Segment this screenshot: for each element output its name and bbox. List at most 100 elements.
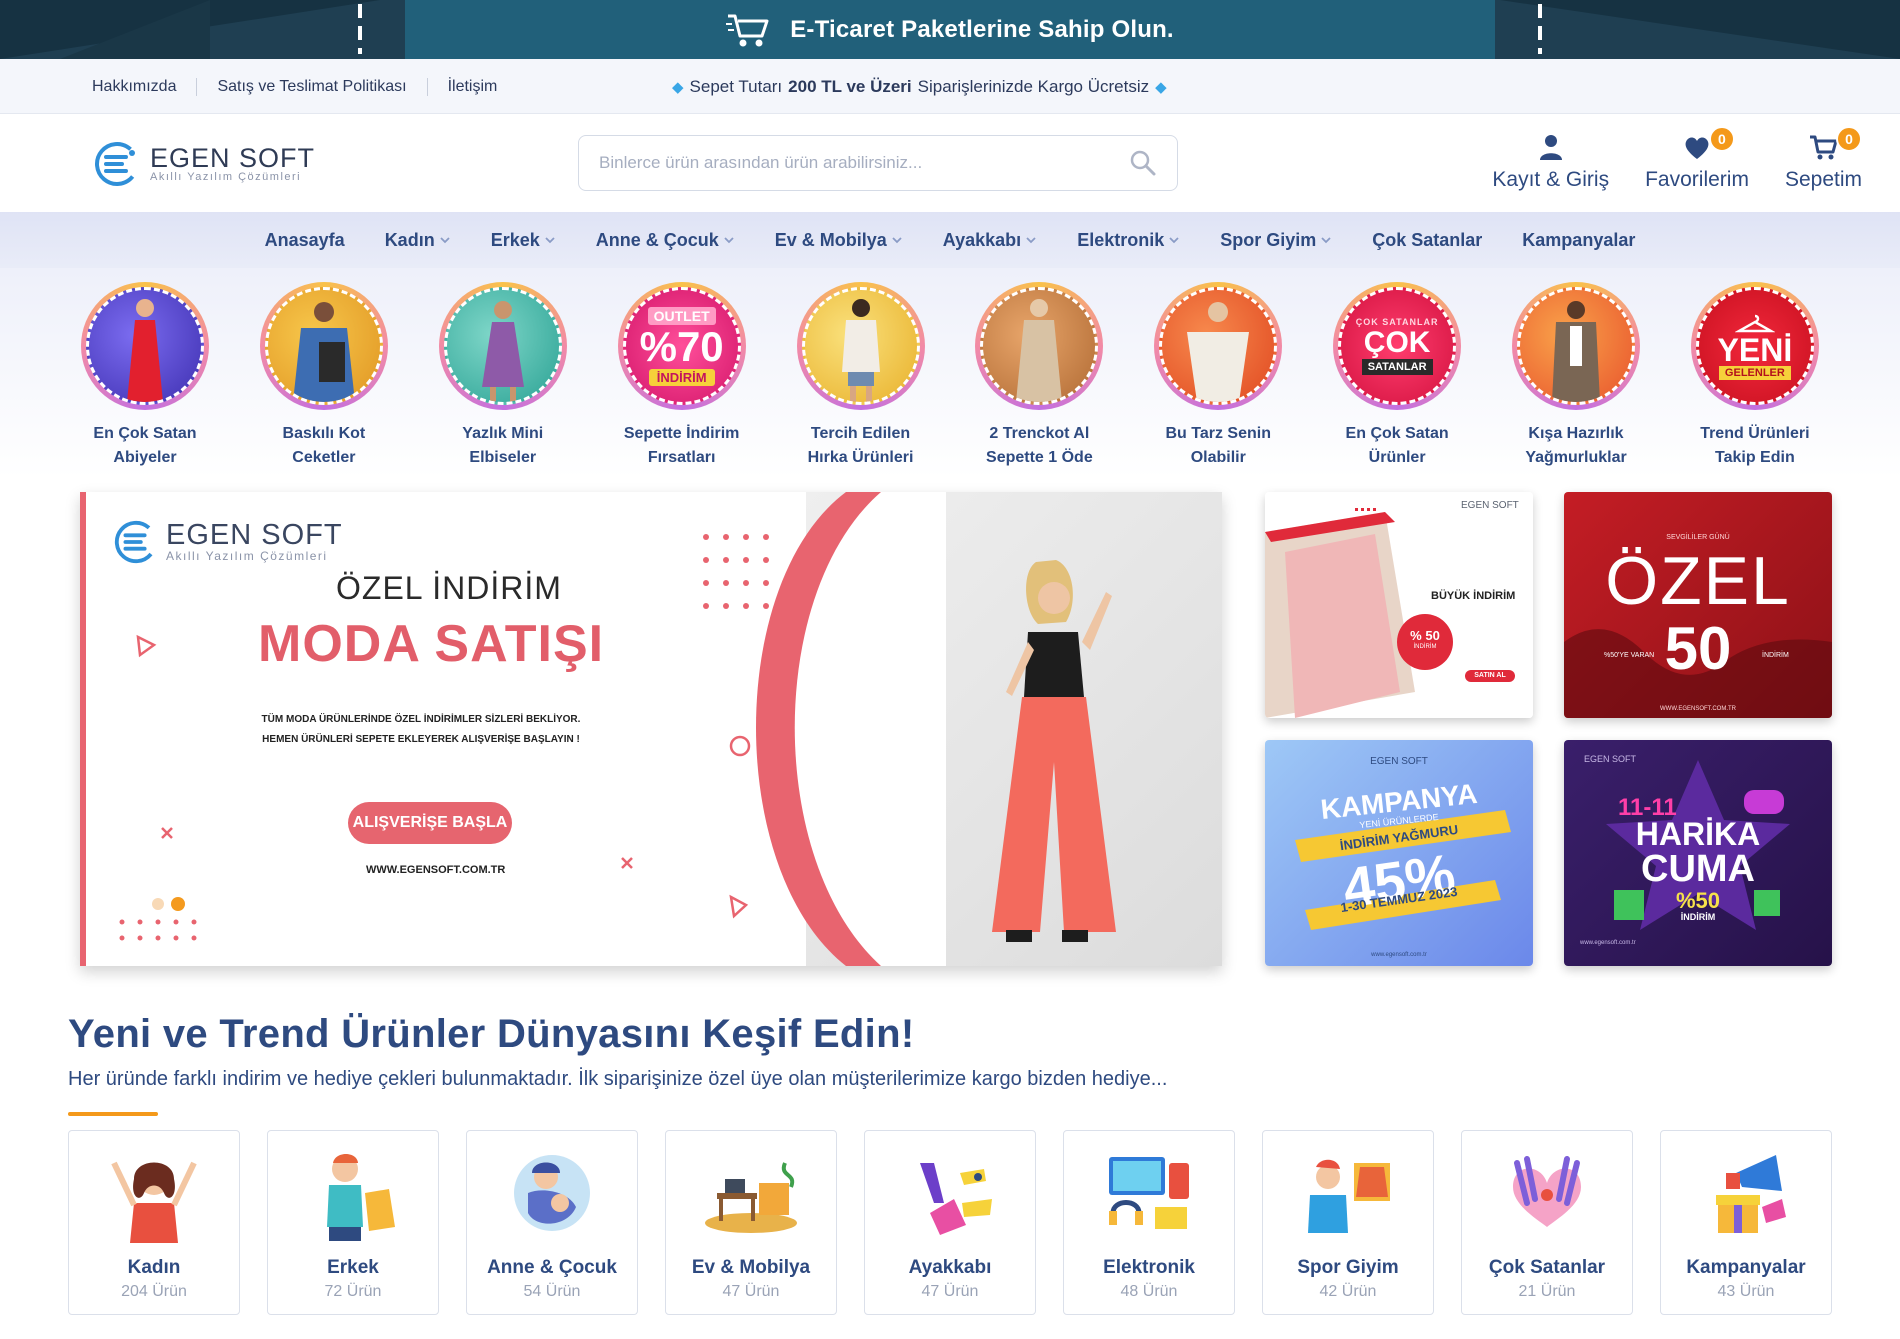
electronics-icon [1109, 1157, 1189, 1229]
story-item[interactable]: Yazlık Mini Elbiseler [428, 282, 578, 470]
woman-trenchcoat-image [1016, 299, 1063, 402]
woman-red-dress-image [127, 299, 163, 402]
promo-center[interactable]: E-Ticaret Paketlerine Sahip Olun. [405, 0, 1495, 59]
search-input[interactable] [599, 153, 1129, 173]
story-item[interactable]: En Çok Satan Abiyeler [70, 282, 220, 470]
heart-icon [1685, 137, 1709, 159]
favorites-button[interactable]: 0 Favorilerim [1645, 126, 1749, 192]
story-item[interactable]: Bu Tarz Senin Olabilir [1143, 282, 1293, 470]
woman-denim-jacket-image [292, 302, 355, 402]
nav-item-electronics[interactable]: Elektronik [1057, 230, 1200, 251]
category-card-men[interactable]: Erkek 72 Ürün [267, 1130, 439, 1315]
sportswear-icon [1308, 1159, 1390, 1233]
category-card-sportswear[interactable]: Spor Giyim 42 Ürün [1262, 1130, 1434, 1315]
category-card-mother-child[interactable]: Anne & Çocuk 54 Ürün [466, 1130, 638, 1315]
woman-raincoat-image [1552, 301, 1600, 402]
section-description: Her üründe farklı indirim ve hediye çekl… [68, 1068, 1168, 1090]
logo-mark-icon [95, 142, 139, 186]
info-links: Hakkımızda Satış ve Teslimat Politikası … [92, 59, 517, 114]
nav-item-shoes[interactable]: Ayakkabı [923, 230, 1057, 251]
story-item[interactable]: ÇOK SATANLAR ÇOK SATANLAR En Çok Satan Ür… [1322, 282, 1472, 470]
promo-dash-left [358, 4, 362, 54]
link-sales-policy[interactable]: Satış ve Teslimat Politikası [196, 77, 426, 96]
link-about[interactable]: Hakkımızda [92, 78, 196, 96]
section-underline [68, 1112, 158, 1116]
diamond-icon: ◆ [672, 78, 684, 96]
category-card-campaigns[interactable]: Kampanyalar 43 Ürün [1660, 1130, 1832, 1315]
category-card-shoes[interactable]: Ayakkabı 47 Ürün [864, 1130, 1036, 1315]
story-item[interactable]: Baskılı Kot Ceketler [249, 282, 399, 470]
nav-item-home[interactable]: Anasayfa [245, 230, 365, 251]
section-title: Yeni ve Trend Ürünler Dünyasını Keşif Ed… [68, 1012, 915, 1056]
promo-decoration-right [1500, 0, 1900, 59]
promo-tile-big-discount[interactable]: EGEN SOFT BÜYÜK İNDİRİM % 50 İNDİRİM SAT… [1265, 492, 1533, 718]
search-box[interactable] [578, 135, 1178, 191]
header-actions: Kayıt & Giriş 0 Favorilerim 0 Sepetim [1492, 126, 1862, 192]
woman-cardigan-image [841, 299, 880, 402]
heart-hands-icon [1513, 1156, 1581, 1227]
category-grid: Kadın 204 Ürün Erkek 72 Ürün Anne & Çocu… [68, 1130, 1832, 1315]
promo-dash-right [1538, 4, 1542, 54]
hero-banner[interactable]: EGEN SOFT Akıllı Yazılım Çözümleri ÖZEL … [80, 492, 1222, 966]
mother-child-icon [514, 1155, 590, 1231]
story-item[interactable]: Kışa Hazırlık Yağmurluklar [1501, 282, 1651, 470]
banner-model-image [992, 560, 1116, 942]
story-item[interactable]: Tercih Edilen Hırka Ürünleri [786, 282, 936, 470]
category-card-electronics[interactable]: Elektronik 48 Ürün [1063, 1130, 1235, 1315]
furniture-icon [705, 1162, 797, 1233]
nav-item-campaigns[interactable]: Kampanyalar [1502, 230, 1655, 251]
promo-tile-campaign-45[interactable]: EGEN SOFT KAMPANYA YENİ ÜRÜNLERDE İNDİRİ… [1265, 740, 1533, 966]
banner-decorations [119, 534, 769, 941]
logo-tagline: Akıllı Yazılım Çözümleri [150, 171, 302, 183]
chevron-down-icon [892, 237, 902, 244]
hanger-icon [1734, 314, 1775, 333]
chevron-down-icon [724, 237, 734, 244]
story-item[interactable]: 2 Trenckot Al Sepette 1 Öde [964, 282, 1114, 470]
account-button[interactable]: Kayıt & Giriş [1492, 132, 1609, 192]
category-card-bestsellers[interactable]: Çok Satanlar 21 Ürün [1461, 1130, 1633, 1315]
story-strip: En Çok Satan Abiyeler Baskılı Kot Ceketler… [70, 282, 1830, 470]
chevron-down-icon [440, 237, 450, 244]
chevron-down-icon [1321, 237, 1331, 244]
search-icon[interactable] [1129, 149, 1157, 177]
story-item[interactable]: YENİ GELENLER Trend Ürünleri Takip Edin [1680, 282, 1830, 470]
link-contact[interactable]: İletişim [426, 77, 518, 96]
nav-item-bestsellers[interactable]: Çok Satanlar [1352, 230, 1502, 251]
promo-tile-black-friday[interactable]: EGEN SOFT 11-11 HARİKA CUMA %50 İNDİRİM … [1564, 740, 1832, 966]
user-icon [1539, 135, 1562, 160]
nav-item-sportswear[interactable]: Spor Giyim [1200, 230, 1352, 251]
woman-cheering-icon [111, 1161, 197, 1243]
megaphone-gift-icon [1716, 1155, 1786, 1233]
category-card-women[interactable]: Kadın 204 Ürün [68, 1130, 240, 1315]
free-shipping-message: ◆ Sepet Tutarı 200 TL ve Üzeri Siparişle… [672, 76, 1167, 96]
story-item[interactable]: OUTLET %70 İNDİRİM Sepette İndirim Fırsat… [607, 282, 757, 470]
diamond-icon: ◆ [1155, 78, 1167, 96]
main-nav: Anasayfa Kadın Erkek Anne & Çocuk Ev & M… [0, 212, 1900, 268]
top-promo-bar[interactable]: E-Ticaret Paketlerine Sahip Olun. [0, 0, 1900, 59]
cart-icon [1810, 135, 1838, 160]
promo-decoration-left-2 [60, 0, 210, 59]
chevron-down-icon [1026, 237, 1036, 244]
logo-name: EGEN SOFT [150, 143, 316, 173]
promo-text: E-Ticaret Paketlerine Sahip Olun. [790, 15, 1174, 43]
chevron-down-icon [1169, 237, 1179, 244]
site-logo[interactable]: EGEN SOFT Akıllı Yazılım Çözümleri [92, 138, 315, 190]
info-bar: Hakkımızda Satış ve Teslimat Politikası … [0, 59, 1900, 114]
nav-item-women[interactable]: Kadın [365, 230, 471, 251]
nav-item-mother-child[interactable]: Anne & Çocuk [576, 230, 755, 251]
nav-item-home-furniture[interactable]: Ev & Mobilya [755, 230, 923, 251]
nav-item-men[interactable]: Erkek [471, 230, 576, 251]
woman-mini-dress-image [481, 301, 524, 402]
category-card-home-furniture[interactable]: Ev & Mobilya 47 Ürün [665, 1130, 837, 1315]
shopping-cart-icon [726, 14, 769, 46]
chevron-down-icon [545, 237, 555, 244]
woman-knit-poncho-image [1187, 302, 1250, 402]
cart-count-badge: 0 [1836, 126, 1862, 152]
site-header: EGEN SOFT Akıllı Yazılım Çözümleri Kayıt… [0, 114, 1900, 212]
man-shopping-bag-icon [327, 1154, 395, 1241]
promo-tile-special-50[interactable]: SEVGİLİLER GÜNÜ ÖZEL 50 %50'YE VARAN İND… [1564, 492, 1832, 718]
shoes-bag-icon [920, 1163, 992, 1235]
cart-button[interactable]: 0 Sepetim [1785, 126, 1862, 192]
favorites-count-badge: 0 [1708, 126, 1735, 152]
tile-artwork [1265, 492, 1533, 718]
